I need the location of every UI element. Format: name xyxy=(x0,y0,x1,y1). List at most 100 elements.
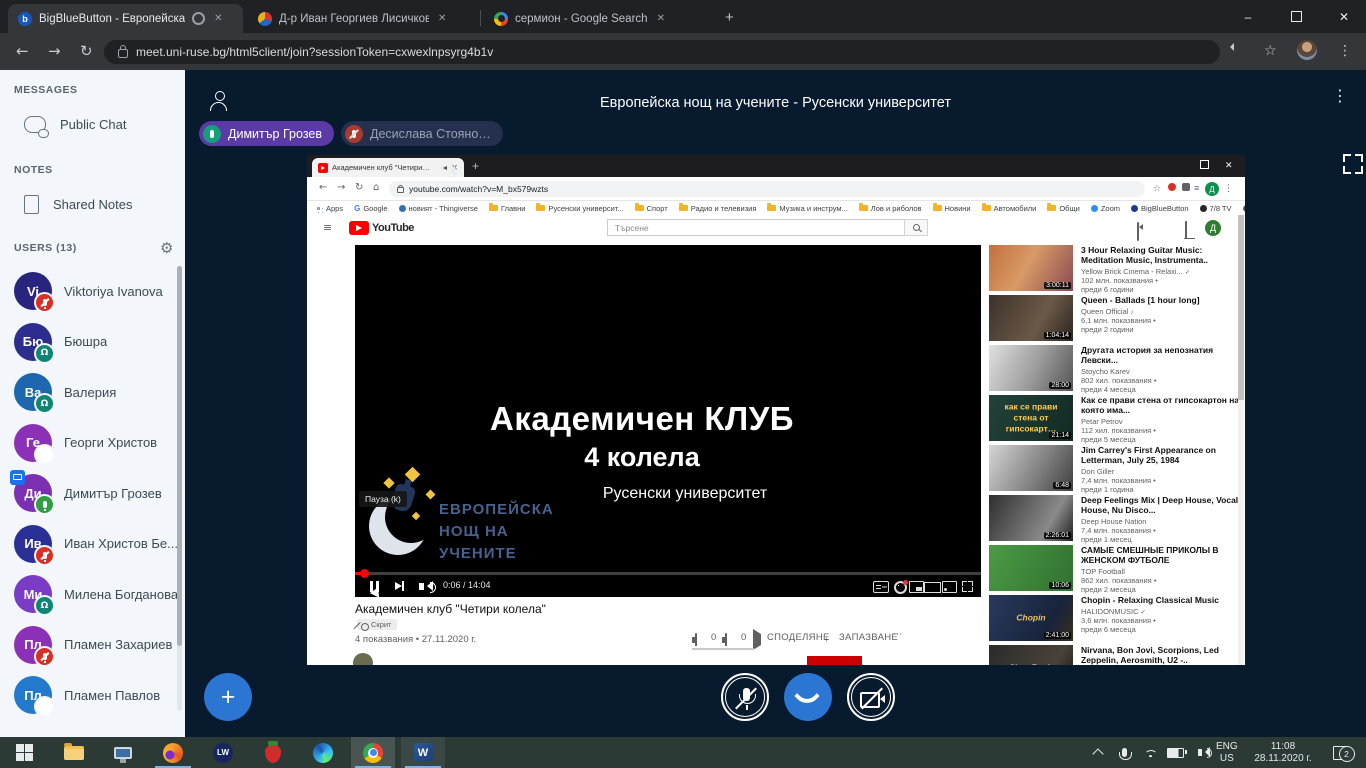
mute-toggle-button[interactable] xyxy=(721,673,769,721)
userlist-scrollbar-thumb[interactable] xyxy=(177,266,182,646)
recommended-video[interactable]: 6:48 Jim Carrey's First Appearance on Le… xyxy=(989,445,1245,495)
dislike-icon[interactable] xyxy=(725,634,727,645)
recommended-video[interactable]: 2:26:01 Deep Feelings Mix | Deep House, … xyxy=(989,495,1245,545)
video-progress-bar[interactable] xyxy=(355,572,981,575)
user-list-item[interactable]: Ва Ω Валерия xyxy=(0,367,176,418)
bookmark-star-icon[interactable]: ☆ xyxy=(1264,42,1277,59)
window-minimize-button[interactable]: – xyxy=(1226,0,1270,33)
video-thumbnail[interactable]: Slow Rock xyxy=(989,645,1073,665)
more-actions-icon[interactable]: ⋯ xyxy=(893,629,903,640)
sidebar-item-shared-notes[interactable]: Shared Notes xyxy=(0,186,185,222)
user-list-item[interactable]: Ми Ω Милена Богданова xyxy=(0,569,176,620)
next-video-button[interactable] xyxy=(395,582,406,590)
user-list-item[interactable]: Пл Ω Пламен Павлов xyxy=(0,670,176,721)
recommended-video[interactable]: Slow Rock Nirvana, Bon Jovi, Scorpions, … xyxy=(989,645,1245,665)
share-label[interactable]: СПОДЕЛЯНЕ xyxy=(767,632,830,643)
player-settings-icon[interactable] xyxy=(894,581,907,594)
clock[interactable]: 11:08 28.11.2020 г. xyxy=(1247,737,1319,768)
browser-tab-bigbluebutton[interactable]: b BigBlueButton - Европейска ✕ xyxy=(8,4,243,33)
taskbar-remote-desktop[interactable] xyxy=(101,737,145,768)
video-player[interactable]: Академичен КЛУБ 4 колела Русенски универ… xyxy=(355,245,981,597)
webcam-toggle-button[interactable] xyxy=(847,673,895,721)
channel-avatar[interactable] xyxy=(353,653,373,665)
browser-menu-icon[interactable]: ⋮ xyxy=(1338,42,1352,59)
tab-close-icon[interactable]: ✕ xyxy=(438,13,446,24)
user-list-item[interactable]: Пл Ω Пламен Захариев xyxy=(0,620,176,671)
forward-button[interactable]: → xyxy=(48,42,61,60)
recommended-title[interactable]: Другата история за непознатия Левски... xyxy=(1081,345,1243,365)
recommended-title[interactable]: Как се прави стена от гипсокартон на коя… xyxy=(1081,395,1243,415)
manage-users-gear-icon[interactable]: ⚙ xyxy=(160,239,173,257)
user-list-item[interactable]: Ге Ω Георги Христов xyxy=(0,418,176,469)
video-thumbnail[interactable]: 10:06 xyxy=(989,545,1073,591)
recommended-video[interactable]: 3:00:11 3 Hour Relaxing Guitar Music: Me… xyxy=(989,245,1245,295)
recommended-title[interactable]: Nirvana, Bon Jovi, Scorpions, Led Zeppel… xyxy=(1081,645,1243,665)
recommended-channel[interactable]: Queen Official♪ xyxy=(1081,307,1243,316)
tab-close-icon[interactable]: ✕ xyxy=(657,13,665,24)
video-thumbnail[interactable]: 2:26:01 xyxy=(989,495,1073,541)
recommended-channel[interactable]: Deep House Nation xyxy=(1081,517,1243,526)
window-close-button[interactable]: ✕ xyxy=(1322,0,1366,33)
page-scrollbar-thumb[interactable] xyxy=(1238,215,1244,400)
recommended-video[interactable]: 10:06 САМЫЕ СМЕШНЫЕ ПРИКОЛЫ В ЖЕНСКОМ ФУ… xyxy=(989,545,1245,595)
recommended-title[interactable]: Chopin - Relaxing Classical Music xyxy=(1081,595,1243,605)
recommended-channel[interactable]: TOP Football xyxy=(1081,567,1243,576)
taskbar-lw-app[interactable]: LW xyxy=(201,737,245,768)
back-button[interactable]: ← xyxy=(16,42,29,60)
tray-volume-icon[interactable] xyxy=(1188,737,1212,768)
recommended-channel[interactable]: Don Giller xyxy=(1081,467,1243,476)
video-thumbnail[interactable]: 1:04:14 xyxy=(989,295,1073,341)
taskbar-firefox[interactable] xyxy=(151,737,195,768)
taskbar-word[interactable]: W xyxy=(401,737,445,768)
progress-knob[interactable] xyxy=(360,569,369,578)
recommended-channel[interactable]: Stoycho Karev xyxy=(1081,367,1243,376)
recommended-title[interactable]: Jim Carrey's First Appearance on Letterm… xyxy=(1081,445,1243,465)
taskbar-edge[interactable] xyxy=(301,737,345,768)
notification-center-icon[interactable]: 2 xyxy=(1328,737,1352,768)
user-list-item[interactable]: Бю Ω Бюшра xyxy=(0,317,176,368)
sidebar-item-public-chat[interactable]: Public Chat xyxy=(0,106,185,142)
taskbar-chrome[interactable] xyxy=(351,737,395,768)
subtitles-icon[interactable] xyxy=(873,581,889,593)
profile-avatar[interactable] xyxy=(1297,40,1317,60)
browser-tab-lisichkov[interactable]: Д-р Иван Георгиев Лисичков - ✕ xyxy=(248,4,476,33)
cast-icon[interactable] xyxy=(942,581,957,593)
subscribe-button-partial[interactable] xyxy=(807,656,862,665)
recommended-title[interactable]: САМЫЕ СМЕШНЫЕ ПРИКОЛЫ В ЖЕНСКОМ ФУТБОЛЕ xyxy=(1081,545,1243,565)
talker-pill-active[interactable]: Димитър Грозев xyxy=(199,121,334,146)
tab-close-icon[interactable]: ✕ xyxy=(214,13,222,24)
tray-wifi-icon[interactable] xyxy=(1138,737,1162,768)
recommended-video[interactable]: 1:04:14 Queen - Ballads [1 hour long] Qu… xyxy=(989,295,1245,345)
tray-chevron-icon[interactable] xyxy=(1086,737,1110,768)
like-icon[interactable] xyxy=(695,634,697,645)
user-list-item[interactable]: Ив Ω Иван Христов Бе... xyxy=(0,519,176,570)
recommended-video[interactable]: как се прави стена от гипсокарт… 21:14 К… xyxy=(989,395,1245,445)
recommended-title[interactable]: 3 Hour Relaxing Guitar Music: Meditation… xyxy=(1081,245,1243,265)
video-thumbnail[interactable]: 28:00 xyxy=(989,345,1073,391)
taskbar-file-explorer[interactable] xyxy=(52,737,96,768)
address-bar[interactable]: meet.uni-ruse.bg/html5client/join?sessio… xyxy=(104,40,1220,64)
video-thumbnail[interactable]: Chopin 2:41:00 xyxy=(989,595,1073,641)
actions-plus-button[interactable]: + xyxy=(204,673,252,721)
new-tab-button[interactable]: + xyxy=(725,9,734,26)
talker-pill-muted[interactable]: Десислава Стояно… xyxy=(341,121,503,146)
share-icon[interactable] xyxy=(753,634,766,645)
recommended-channel[interactable]: Petar Petrov xyxy=(1081,417,1243,426)
video-thumbnail[interactable]: как се прави стена от гипсокарт… 21:14 xyxy=(989,395,1073,441)
browser-tab-google-search[interactable]: сермион - Google Search ✕ xyxy=(484,4,714,33)
leave-audio-button[interactable] xyxy=(784,673,832,721)
start-button[interactable] xyxy=(2,737,46,768)
save-label[interactable]: ЗАПАЗВАНЕ xyxy=(839,632,898,643)
video-thumbnail[interactable]: 6:48 xyxy=(989,445,1073,491)
miniplayer-icon[interactable] xyxy=(909,581,924,593)
theater-mode-icon[interactable] xyxy=(924,582,941,593)
player-fullscreen-icon[interactable] xyxy=(962,581,973,592)
user-list-item[interactable]: Vi Ω Viktoriya Ivanova xyxy=(0,266,176,317)
recommended-title[interactable]: Queen - Ballads [1 hour long] xyxy=(1081,295,1243,305)
tray-microphone-icon[interactable] xyxy=(1112,737,1136,768)
window-restore-button[interactable] xyxy=(1274,0,1318,33)
recommended-video[interactable]: Chopin 2:41:00 Chopin - Relaxing Classic… xyxy=(989,595,1245,645)
recommended-title[interactable]: Deep Feelings Mix | Deep House, Vocal Ho… xyxy=(1081,495,1243,515)
user-list-item[interactable]: Ди Ω Димитър Грозев xyxy=(0,468,176,519)
taskbar-strawberry-app[interactable] xyxy=(251,737,295,768)
